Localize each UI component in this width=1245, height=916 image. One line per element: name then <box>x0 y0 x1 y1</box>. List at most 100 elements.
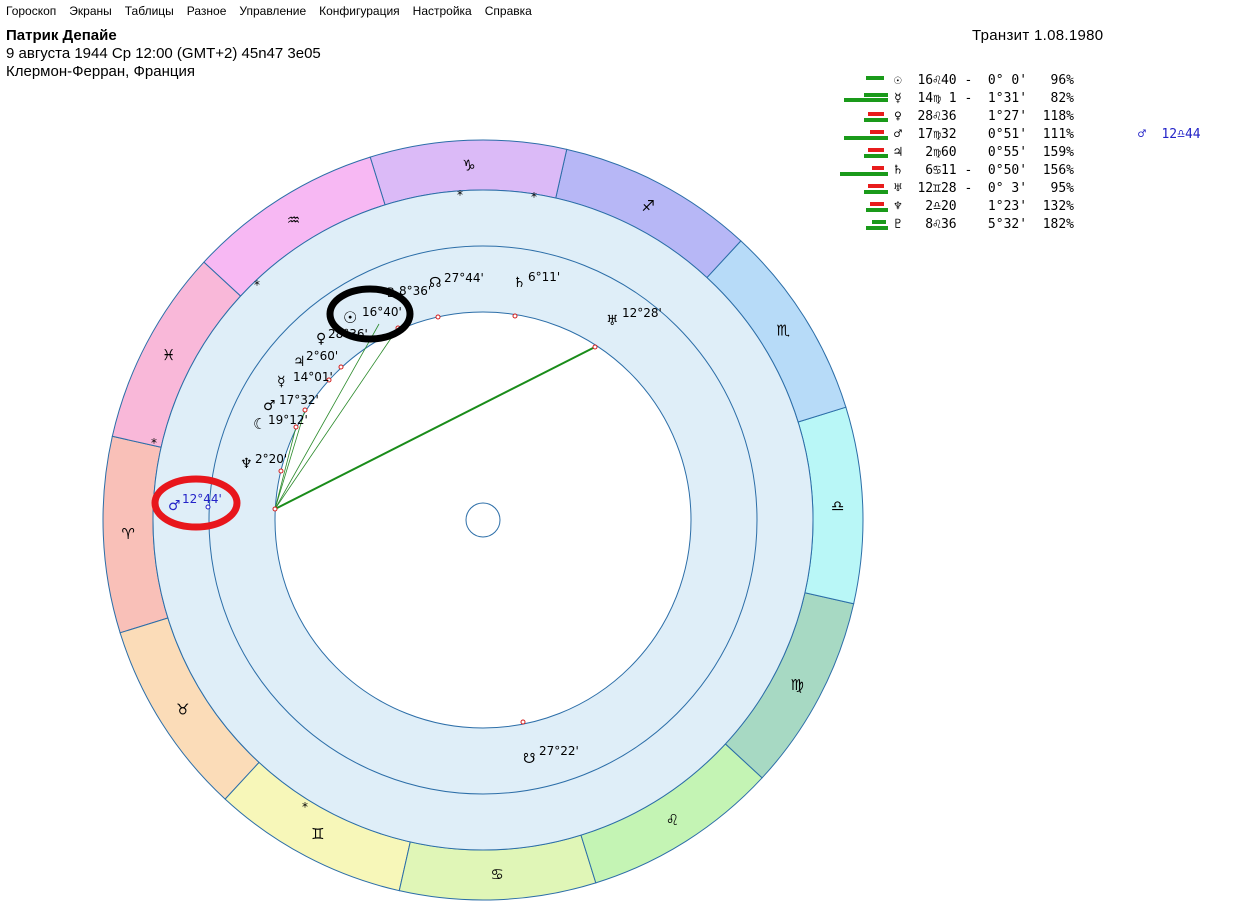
zodiac-sign-icon: ♍ <box>791 676 804 694</box>
aspect-strength-bars <box>838 90 888 108</box>
transit-mars-icon: ♂ <box>168 498 181 514</box>
transit-title: Транзит 1.08.1980 <box>972 27 1104 44</box>
person-name: Патрик Депайе <box>6 27 117 44</box>
planet-mars: ♂ 17°32' <box>263 393 319 414</box>
north-node-icon: ☊ <box>429 275 441 291</box>
menu-item-1[interactable]: Экраны <box>63 4 118 18</box>
aspect-strength-bars <box>838 126 888 144</box>
planet-uranus: ♅ 12°28' <box>606 306 662 329</box>
planet-saturn: ♄ 6°11' <box>513 270 560 291</box>
aspect-line-uranus <box>274 346 596 510</box>
aspect-row: ♆ 2♎20 1°23' 132% <box>838 198 1238 216</box>
aspect-row: ♂ 17♍32 0°51' 111% ♂ 12♎44 <box>838 126 1238 144</box>
transit-mars: ♂ 12°44' <box>168 492 222 514</box>
zodiac-sign-icon: ♎ <box>831 497 844 515</box>
sign-segment <box>203 156 386 297</box>
outer-band <box>152 189 814 851</box>
transit-mars-label: 12°44' <box>182 492 222 506</box>
aspect-row: ☿ 14♍ 1 - 1°31' 82% <box>838 90 1238 108</box>
svg-text:*: * <box>254 278 260 292</box>
sign-segment <box>119 617 260 800</box>
menu-item-7[interactable]: Справка <box>479 4 539 18</box>
aspect-row: ♀ 28♌36 1°27' 118% <box>838 108 1238 126</box>
aspect-row: ♃ 2♍60 0°55' 159% <box>838 144 1238 162</box>
svg-text:*: * <box>302 800 308 814</box>
menu-item-4[interactable]: Управление <box>233 4 313 18</box>
zodiac-sign-icon: ♌ <box>666 811 679 829</box>
menu-item-0[interactable]: Гороскоп <box>0 4 63 18</box>
aspect-text: ♀ 28♌36 1°27' 118% <box>894 109 1075 124</box>
menu-item-3[interactable]: Разное <box>181 4 234 18</box>
neptune-icon: ♆ <box>240 456 253 472</box>
sign-segment <box>797 406 864 605</box>
zodiac-sign-icon: ♈ <box>122 525 135 543</box>
aspect-transit-extra: ♂ 12♎44 <box>1138 127 1201 142</box>
aspect-line-sun <box>274 327 399 510</box>
aspect-text: ♃ 2♍60 0°55' 159% <box>894 145 1075 160</box>
sign-segment <box>111 261 242 448</box>
sign-segment <box>369 139 568 206</box>
birth-data: 9 августа 1944 Ср 12:00 (GMT+2) 45n47 3e… <box>6 45 321 62</box>
mercury-icon: ☿ <box>277 374 286 390</box>
highlight-red-ellipse <box>151 475 241 531</box>
aspect-strength-bars <box>838 180 888 198</box>
saturn-icon: ♄ <box>513 275 526 291</box>
menu-item-5[interactable]: Конфигурация <box>313 4 407 18</box>
menu-bar: Гороскоп Экраны Таблицы Разное Управление Кон… <box>0 0 1245 22</box>
planet-north-node: ☊ 27°44' <box>429 271 484 291</box>
aspect-line-moon <box>274 426 297 510</box>
birth-place: Клермон-Ферран, Франция <box>6 63 195 80</box>
uranus-icon: ♅ <box>606 313 619 329</box>
aspect-text: ☿ 14♍ 1 - 1°31' 82% <box>894 91 1075 106</box>
aspect-row: ☉ 16♌40 - 0° 0' 96% <box>838 72 1238 90</box>
zodiac-ring: ♈ ♉ ♊ ♋ ♌ ♍ ♎ ♏ ♐ ♑ ♒ ♓ <box>102 139 864 901</box>
aspect-strength-bars <box>838 198 888 216</box>
natal-planets: ☉ 16°40' ♇ 8°36' ☊ 27°44' ♄ 6°11' ♅ 12°2… <box>240 270 662 767</box>
aspect-line-sun-2 <box>274 323 380 510</box>
sun-icon: ☉ <box>343 308 357 327</box>
sign-segment <box>224 761 411 892</box>
highlight-black-ellipse <box>326 285 414 343</box>
planet-neptune: ♆ 2°20' <box>240 452 287 472</box>
sign-segment <box>102 435 169 634</box>
zodiac-sign-icon: ♑ <box>462 156 475 174</box>
aspect-text: ♂ 17♍32 0°51' 111% <box>894 127 1075 142</box>
svg-text:*: * <box>457 188 463 202</box>
aspect-strength-bars <box>838 72 888 90</box>
planet-label-uranus: 12°28' <box>622 306 662 320</box>
venus-icon: ♀ <box>316 331 326 347</box>
sign-segment <box>580 743 763 884</box>
aspect-strength-bars <box>838 162 888 180</box>
svg-text:*: * <box>531 190 537 204</box>
planet-south-node: ☋ 27°22' <box>523 744 579 767</box>
zodiac-sign-icon: ♉ <box>176 701 189 719</box>
planet-mercury: ☿ 14°01' <box>277 370 333 390</box>
planet-label-mercury: 14°01' <box>293 370 333 384</box>
sign-segment <box>398 834 597 901</box>
asterisk-marks: * * * * * <box>151 188 537 814</box>
aspect-text: ♆ 2♎20 1°23' 132% <box>894 199 1075 214</box>
planet-label-neptune: 2°20' <box>255 452 287 466</box>
sign-segment <box>555 148 742 279</box>
menu-item-2[interactable]: Таблицы <box>119 4 181 18</box>
planet-label-jupiter: 2°60' <box>306 349 338 363</box>
aspect-text: ♄ 6♋11 - 0°50' 156% <box>894 163 1075 178</box>
aspect-strength-bars <box>838 216 888 234</box>
middle-ring-line <box>208 245 758 795</box>
sign-segment <box>706 240 847 423</box>
aspect-lines <box>274 323 596 510</box>
zodiac-sign-icon: ♓ <box>162 346 175 364</box>
planet-pluto: ♇ 8°36' <box>385 284 431 301</box>
zodiac-sign-icon: ♒ <box>287 211 300 229</box>
zodiac-sign-icon: ♏ <box>776 321 790 339</box>
menu-item-6[interactable]: Настройка <box>407 4 479 18</box>
zodiac-sign-icon: ♋ <box>490 866 503 884</box>
aspect-text: ♇ 8♌36 5°32' 182% <box>894 217 1075 232</box>
south-node-icon: ☋ <box>523 751 535 767</box>
aspect-row: ♄ 6♋11 - 0°50' 156% <box>838 162 1238 180</box>
jupiter-icon: ♃ <box>293 354 306 370</box>
aspect-text: ☉ 16♌40 - 0° 0' 96% <box>894 73 1075 88</box>
planet-label-saturn: 6°11' <box>528 270 560 284</box>
planet-label-sun: 16°40' <box>362 305 402 319</box>
planet-moon: ☾ 19°12' <box>253 413 308 433</box>
